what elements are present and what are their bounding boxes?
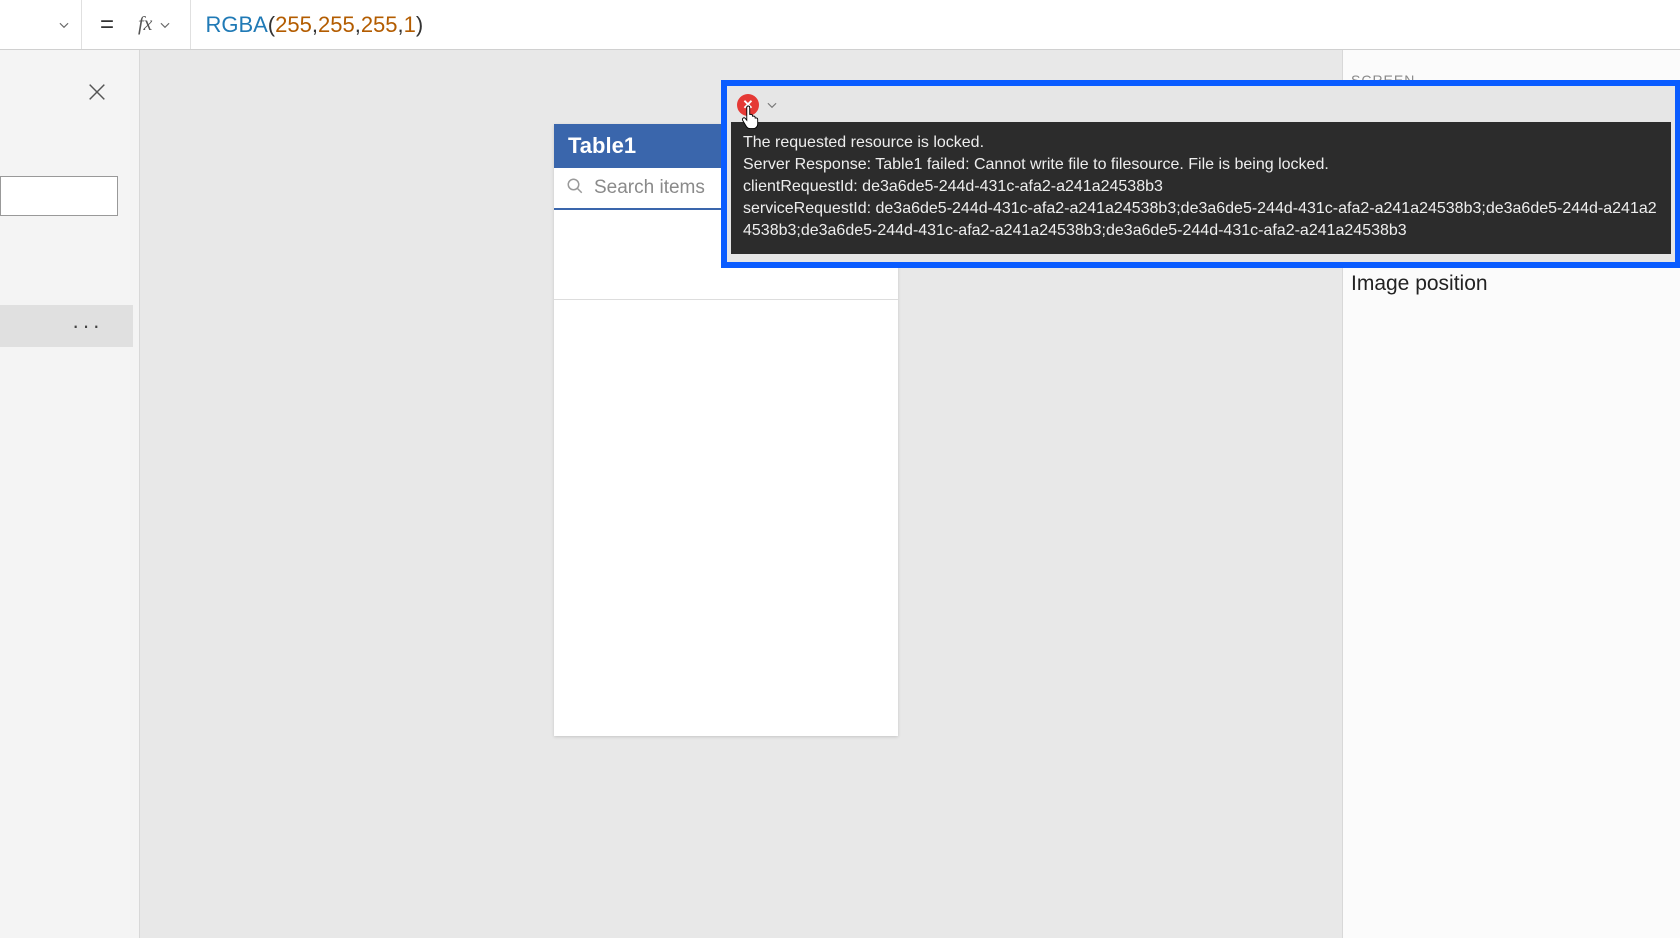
formula-token-num: 1 xyxy=(404,12,416,38)
chevron-down-icon[interactable] xyxy=(765,98,779,112)
formula-token-punc: ( xyxy=(268,12,275,38)
formula-token-fn: RGBA xyxy=(205,12,267,38)
error-line: clientRequestId: de3a6de5-244d-431c-afa2… xyxy=(743,176,1659,198)
search-icon xyxy=(566,177,584,200)
chevron-down-icon xyxy=(57,18,71,32)
fx-label: fx xyxy=(138,13,152,36)
cursor-hand-icon xyxy=(740,104,762,130)
error-line: serviceRequestId: de3a6de5-244d-431c-afa… xyxy=(743,198,1659,242)
formula-bar: = fx RGBA(255, 255, 255, 1) xyxy=(0,0,1680,50)
tree-search-input[interactable] xyxy=(0,176,118,216)
formula-input[interactable]: RGBA(255, 255, 255, 1) xyxy=(191,0,1680,49)
formula-token-punc: ) xyxy=(416,12,423,38)
equals-sign: = xyxy=(82,11,132,39)
fx-button[interactable]: fx xyxy=(132,0,191,49)
error-tooltip: ✕ The requested resource is locked. Serv… xyxy=(721,80,1680,268)
error-line: Server Response: Table1 failed: Cannot w… xyxy=(743,154,1659,176)
gallery-title: Table1 xyxy=(568,133,636,159)
formula-token-num: 255 xyxy=(318,12,355,38)
more-icon[interactable]: ··· xyxy=(72,313,103,339)
formula-token-num: 255 xyxy=(361,12,398,38)
search-placeholder: Search items xyxy=(594,177,705,199)
tree-row-selected[interactable]: ··· xyxy=(0,305,133,347)
close-panel-button[interactable] xyxy=(83,78,111,106)
property-dropdown[interactable] xyxy=(0,0,82,49)
chevron-down-icon xyxy=(158,18,172,32)
error-line: The requested resource is locked. xyxy=(743,132,1659,154)
prop-image-position[interactable]: Image position xyxy=(1351,272,1680,296)
formula-token-num: 255 xyxy=(275,12,312,38)
tree-panel: ··· xyxy=(0,50,140,938)
error-message: The requested resource is locked. Server… xyxy=(731,122,1671,254)
error-header: ✕ xyxy=(731,90,1671,120)
